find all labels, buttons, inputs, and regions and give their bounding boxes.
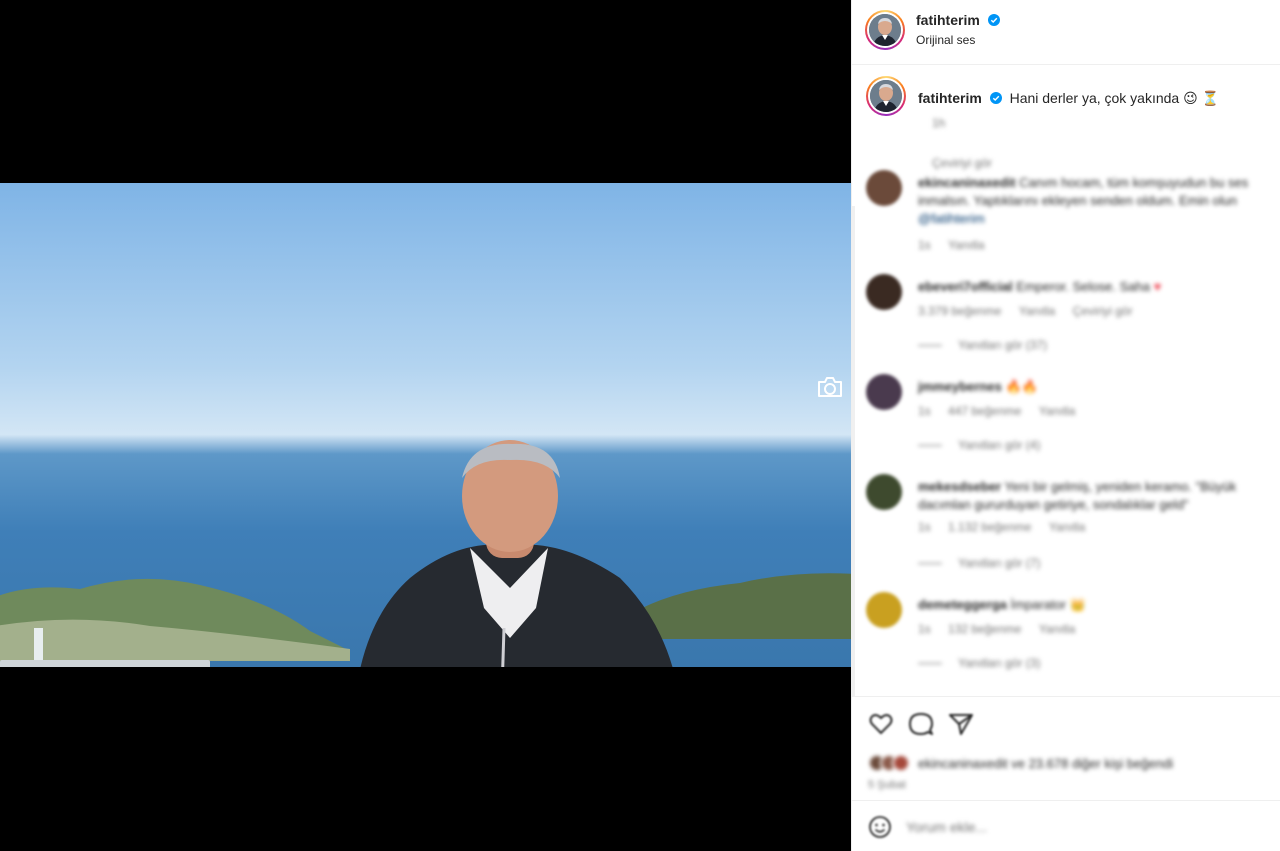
view-replies-label: Yanıtları gör (3) xyxy=(958,656,1041,670)
share-send-icon[interactable] xyxy=(948,711,974,737)
replies-divider xyxy=(918,663,942,665)
reply-link[interactable]: Yanıtla xyxy=(1019,304,1055,318)
video-person xyxy=(360,440,673,667)
author-avatar-image xyxy=(869,14,901,46)
comment-meta: 3.379 beğenme Yanıtla Çeviriyi gör xyxy=(918,304,1133,318)
comment-text: demeteggerga İmparator 👑 xyxy=(918,596,1278,614)
comment-item: demeteggerga İmparator 👑 1s 132 beğenme … xyxy=(866,592,1276,682)
emoji-icon[interactable] xyxy=(868,815,892,839)
post-actions: ekincaninaxedit ve 23.678 diğer kişi beğ… xyxy=(852,696,1280,800)
video-player[interactable] xyxy=(0,183,851,667)
author-username-link[interactable]: fatihterim xyxy=(916,12,1000,28)
commenter-avatar[interactable] xyxy=(866,374,902,410)
comment-likes[interactable]: 447 beğenme xyxy=(948,404,1021,418)
commenter-avatar[interactable] xyxy=(866,274,902,310)
view-replies-label: Yanıtları gör (37) xyxy=(958,338,1048,352)
commenter-username[interactable]: demeteggerga xyxy=(918,597,1007,612)
like-heart-icon[interactable] xyxy=(868,711,894,737)
comment-meta: 1s 132 beğenme Yanıtla xyxy=(918,622,1075,636)
comment-item: ebeveri7official Emperor. Selose. Saha ♥… xyxy=(866,274,1276,364)
view-replies-button[interactable]: Yanıtları gör (3) xyxy=(918,656,1040,670)
likes-text: ekincaninaxedit ve 23.678 diğer kişi beğ… xyxy=(918,755,1174,771)
commenter-username[interactable]: jmmeybernes xyxy=(918,379,1002,394)
view-replies-button[interactable]: Yanıtları gör (4) xyxy=(918,438,1040,452)
comment-meta: 1s Yanıtla xyxy=(918,238,985,252)
view-replies-label: Yanıtları gör (7) xyxy=(958,556,1041,570)
caption-text-line: fatihterim Hani derler ya, çok yakında 😉… xyxy=(918,90,1219,107)
comment-item: mekesdseber Yeni bir gelmiş, yeniden ker… xyxy=(866,474,1276,584)
audio-link[interactable]: Orijinal ses xyxy=(916,33,975,47)
comment-text: jmmeybernes 🔥🔥 xyxy=(918,378,1278,396)
video-background-hills xyxy=(0,578,350,661)
commenter-avatar[interactable] xyxy=(866,474,902,510)
comment-text: ekincaninaxedit Canım hocam, tüm komşuyu… xyxy=(918,174,1278,228)
likes-summary[interactable]: ekincaninaxedit ve 23.678 diğer kişi beğ… xyxy=(868,753,1173,773)
liker-avatar xyxy=(892,754,910,772)
comment-meta: 1s 1.132 beğenme Yanıtla xyxy=(918,520,1085,534)
caption-text: Hani derler ya, çok yakında 😉 ⏳ xyxy=(1009,90,1220,106)
comment-content: 🔥🔥 xyxy=(1005,379,1038,394)
comment-likes[interactable]: 132 beğenme xyxy=(948,622,1021,636)
comment-time: 1s xyxy=(918,238,931,252)
commenter-username[interactable]: mekesdseber xyxy=(918,479,1001,494)
caption-avatar-image xyxy=(870,80,902,112)
post-details-panel: fatihterim Orijinal ses fatihterim Hani … xyxy=(851,0,1280,851)
view-replies-button[interactable]: Yanıtları gör (7) xyxy=(918,556,1040,570)
see-translation-link[interactable]: Çeviriyi gör xyxy=(1073,304,1133,318)
heart-emoji: ♥ xyxy=(1153,279,1162,294)
commenter-username[interactable]: ekincaninaxedit xyxy=(918,175,1016,190)
comment-text: mekesdseber Yeni bir gelmiş, yeniden ker… xyxy=(918,478,1278,514)
reply-link[interactable]: Yanıtla xyxy=(1039,622,1075,636)
comment-input[interactable] xyxy=(906,813,1246,841)
reply-link[interactable]: Yanıtla xyxy=(948,238,984,252)
post-date: 5 Şubat xyxy=(868,779,906,791)
reply-link[interactable]: Yanıtla xyxy=(1049,520,1085,534)
media-viewer xyxy=(0,0,851,851)
author-avatar[interactable] xyxy=(865,10,905,50)
comment-time: 1s xyxy=(918,622,931,636)
author-username: fatihterim xyxy=(916,12,980,28)
comment-item: ekincaninaxedit Canım hocam, tüm komşuyu… xyxy=(866,170,1276,260)
commenter-avatar[interactable] xyxy=(866,592,902,628)
comment-text: ebeveri7official Emperor. Selose. Saha ♥ xyxy=(918,278,1278,296)
comment-content: Emperor. Selose. Saha xyxy=(1016,279,1150,294)
caption-username[interactable]: fatihterim xyxy=(918,90,982,106)
comment-likes[interactable]: 1.132 beğenme xyxy=(948,520,1031,534)
comment-time: 1s xyxy=(918,520,931,534)
view-replies-label: Yanıtları gör (4) xyxy=(958,438,1041,452)
comment-likes[interactable]: 3.379 beğenme xyxy=(918,304,1001,318)
comment-item: jmmeybernes 🔥🔥 1s 447 beğenme Yanıtla Ya… xyxy=(866,374,1276,464)
caption-avatar[interactable] xyxy=(866,76,906,116)
replies-divider xyxy=(918,445,942,447)
view-replies-button[interactable]: Yanıtları gör (37) xyxy=(918,338,1047,352)
replies-divider xyxy=(918,563,942,565)
see-translation-link[interactable]: Çeviriyi gör xyxy=(932,156,992,170)
reply-link[interactable]: Yanıtla xyxy=(1039,404,1075,418)
scrollbar-track[interactable] xyxy=(852,206,855,696)
verified-badge-icon xyxy=(989,92,1002,104)
comment-time: 1s xyxy=(918,404,931,418)
comment-content: İmparator 👑 xyxy=(1010,597,1086,612)
comment-bubble-icon[interactable] xyxy=(908,711,934,737)
camera-icon[interactable] xyxy=(816,375,844,399)
video-pier xyxy=(0,660,210,667)
add-comment-bar xyxy=(852,800,1280,851)
caption-timestamp: 1h xyxy=(932,116,946,130)
comment-meta: 1s 447 beğenme Yanıtla xyxy=(918,404,1075,418)
post-header: fatihterim Orijinal ses xyxy=(852,0,1280,65)
comment-mention[interactable]: @fatihterim xyxy=(918,211,985,226)
replies-divider xyxy=(918,345,942,347)
commenter-avatar[interactable] xyxy=(866,170,902,206)
comments-list[interactable]: fatihterim Hani derler ya, çok yakında 😉… xyxy=(852,66,1280,696)
verified-badge-icon xyxy=(987,14,1000,26)
commenter-username[interactable]: ebeveri7official xyxy=(918,279,1013,294)
